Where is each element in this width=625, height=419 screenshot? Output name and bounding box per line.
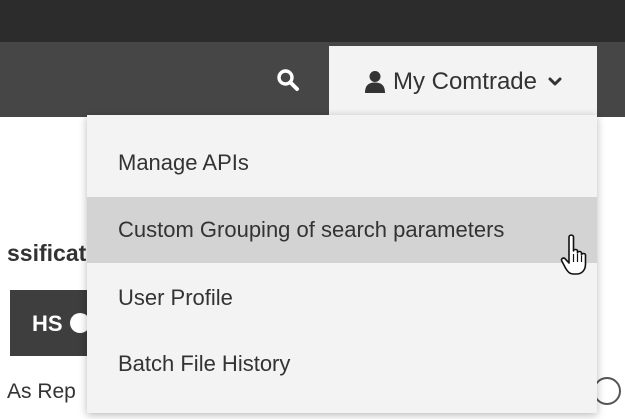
user-icon [364,70,385,93]
my-comtrade-label: My Comtrade [392,67,538,95]
menu-item-manage-apis[interactable]: Manage APIs [87,130,597,196]
my-comtrade-menu-button[interactable]: My Comtrade [329,46,597,117]
account-dropdown-menu: Manage APIs Custom Grouping of search pa… [87,115,597,413]
search-icon [277,69,299,91]
as-reported-label: As Rep [7,380,76,403]
hand-cursor-icon [560,234,587,275]
hs-tab-label: HS [32,311,63,336]
search-button[interactable] [266,58,310,102]
radio-button[interactable] [593,377,621,405]
menu-item-label: Batch File History [118,351,291,376]
menu-item-custom-grouping[interactable]: Custom Grouping of search parameters [87,197,597,263]
menu-item-label: Custom Grouping of search parameters [118,217,505,242]
menu-item-label: Manage APIs [118,150,249,175]
top-strip [0,0,625,42]
chevron-down-icon [548,77,562,85]
menu-item-batch-file-history[interactable]: Batch File History [87,331,597,397]
menu-item-user-profile[interactable]: User Profile [87,265,597,331]
menu-item-label: User Profile [118,285,233,310]
classification-label: ssificat [7,240,87,266]
